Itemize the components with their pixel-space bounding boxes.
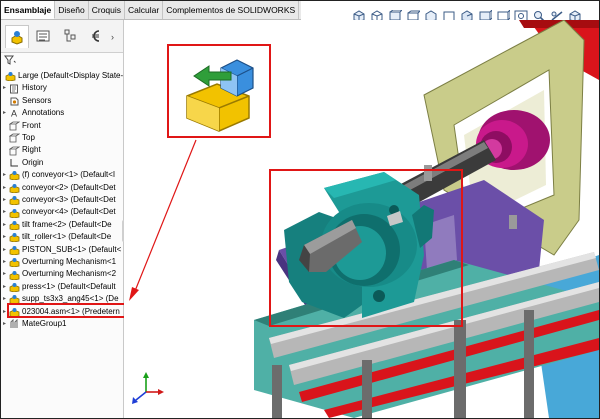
expand-arrow-icon[interactable]: ▸ <box>1 107 8 119</box>
filter-icon[interactable] <box>4 55 16 68</box>
feature-manager-panel: › Large (Default<Display State- ▸ History… <box>1 20 126 418</box>
expand-arrow-icon[interactable]: ▸ <box>1 244 8 256</box>
tree-item-label: MateGroup1 <box>22 319 67 328</box>
expand-arrow-icon[interactable]: ▸ <box>1 182 8 194</box>
tree-item-label: Right <box>22 145 41 155</box>
expand-arrow-icon[interactable]: ▸ <box>1 82 8 94</box>
tree-item[interactable]: Front <box>1 120 41 132</box>
panel-tabs: › <box>1 20 123 53</box>
bearing-highlight-box <box>269 169 463 327</box>
tree-item[interactable]: ▸ tilt_roller<1> (Default<De <box>1 231 111 243</box>
part-icon <box>8 183 20 193</box>
history-icon <box>8 84 20 94</box>
part-icon <box>8 208 20 218</box>
feature-tree-tab-icon[interactable] <box>5 25 29 48</box>
tree-root[interactable]: Large (Default<Display State- <box>4 70 123 82</box>
annotations-icon: A <box>8 108 20 119</box>
part-icon <box>8 170 20 181</box>
part-icon <box>8 282 20 292</box>
origin-icon <box>8 158 20 168</box>
tree-item-label: tilt_roller<1> (Default<De <box>22 232 112 242</box>
tree-item-label: conveyor<4> (Default<Det <box>22 207 116 217</box>
expand-arrow-icon[interactable]: ▸ <box>1 281 8 293</box>
tree-item-label: Overturning Mechanism<2 <box>22 269 117 279</box>
expand-arrow-icon[interactable]: ▸ <box>1 194 8 206</box>
coordinate-triad-icon <box>132 372 164 404</box>
tree-item[interactable]: ▸ (f) conveyor<1> (Default<I <box>1 169 115 181</box>
tab-complementos[interactable]: Complementos de SOLIDWORKS <box>163 1 300 19</box>
tree-item[interactable]: ▸ Overturning Mechanism<1 <box>1 256 116 268</box>
mates-icon <box>8 319 20 329</box>
tree-item-label: conveyor<3> (Default<Det <box>22 195 116 204</box>
tab-ensamblaje[interactable]: Ensamblaje <box>1 1 56 19</box>
configuration-tab-icon[interactable] <box>59 25 81 47</box>
icon-callout-box <box>167 44 271 138</box>
tree-root-label: Large (Default<Display State- <box>18 71 124 80</box>
expand-arrow-icon[interactable]: ▸ <box>1 256 8 268</box>
tree-item[interactable]: ▸ conveyor<4> (Default<Det <box>1 206 116 218</box>
dimxpert-tab-icon[interactable] <box>86 25 108 47</box>
tree-item-label: Front <box>22 120 41 130</box>
tree-item[interactable]: ▸ press<1> (Default<Default <box>1 281 116 293</box>
tree-item-label: Overturning Mechanism<1 <box>22 257 117 266</box>
solidworks-window: Ensamblaje Diseño Croquis Calcular Compl… <box>0 0 600 419</box>
svg-text:A: A <box>11 109 17 119</box>
tree-item-label: Annotations <box>22 108 65 118</box>
part-icon <box>8 245 20 255</box>
part-icon <box>8 232 20 243</box>
tree-item-label: (f) conveyor<1> (Default<I <box>22 170 116 180</box>
tree-item-label: PISTON_SUB<1> (Default< <box>22 244 122 254</box>
tree-item-highlight <box>7 303 133 318</box>
tree-item[interactable]: Top <box>1 132 35 144</box>
plane-icon <box>8 146 20 156</box>
tree-item[interactable]: Sensors <box>1 95 51 107</box>
expand-arrow-icon[interactable]: ▸ <box>1 169 8 181</box>
tree-item-label: Origin <box>22 157 44 167</box>
expand-arrow-icon[interactable]: ▸ <box>1 318 8 330</box>
tree-item[interactable]: ▸ conveyor<3> (Default<Det <box>1 194 116 206</box>
part-icon <box>8 257 20 268</box>
expand-arrow-icon[interactable]: ▸ <box>1 219 8 231</box>
tree-item-label: tilt frame<2> (Default<De <box>22 219 112 229</box>
tree-item[interactable]: ▸ A Annotations <box>1 107 64 119</box>
tree-item[interactable]: ▸ MateGroup1 <box>1 318 66 330</box>
tree-item[interactable]: ▸ PISTON_SUB<1> (Default< <box>1 244 121 256</box>
tree-item[interactable]: Origin <box>1 157 43 169</box>
tree-item-label: History <box>22 83 47 93</box>
part-icon <box>8 195 20 206</box>
tab-diseno[interactable]: Diseño <box>55 1 89 19</box>
plane-icon <box>8 133 20 143</box>
tree-item[interactable]: ▸ Overturning Mechanism<2 <box>1 268 116 280</box>
more-tabs-icon[interactable]: › <box>111 32 114 42</box>
plane-icon <box>8 121 20 131</box>
command-manager-tabs: Ensamblaje Diseño Croquis Calcular Compl… <box>1 1 301 20</box>
tree-item[interactable]: ▸ tilt frame<2> (Default<De <box>1 219 112 231</box>
tree-item-label: Top <box>22 133 35 142</box>
sensors-icon <box>8 96 20 106</box>
expand-arrow-icon[interactable]: ▸ <box>1 206 8 218</box>
assembly-icon <box>4 71 16 82</box>
edit-component-icon <box>186 59 254 132</box>
tree-item[interactable]: ▸ History <box>1 82 47 94</box>
tree-item[interactable]: ▸ conveyor<2> (Default<Det <box>1 182 116 194</box>
tree-item[interactable]: Right <box>1 144 41 156</box>
tree-item-label: Sensors <box>22 95 52 105</box>
property-manager-tab-icon[interactable] <box>32 25 54 47</box>
expand-arrow-icon[interactable]: ▸ <box>1 268 8 280</box>
tree-item-label: conveyor<2> (Default<Det <box>22 182 116 192</box>
part-icon <box>8 270 20 280</box>
expand-arrow-icon[interactable]: ▸ <box>1 231 8 243</box>
tab-calcular[interactable]: Calcular <box>125 1 164 19</box>
tree-item-label: press<1> (Default<Default <box>22 281 116 291</box>
part-icon <box>8 220 20 230</box>
tab-croquis[interactable]: Croquis <box>89 1 126 19</box>
